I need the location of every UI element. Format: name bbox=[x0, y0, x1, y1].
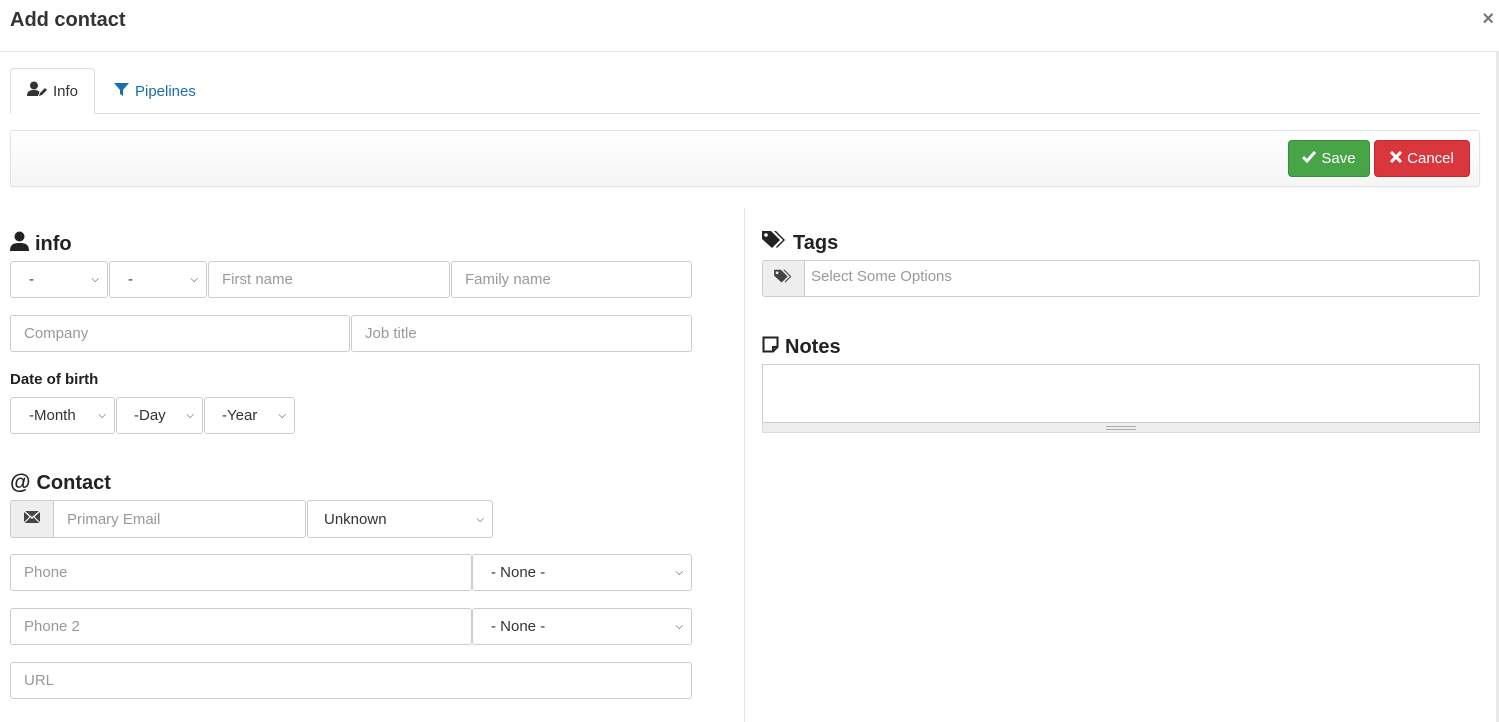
dob-day-select[interactable]: -Day ⌵ bbox=[116, 397, 203, 434]
save-button[interactable]: Save bbox=[1288, 140, 1370, 177]
column-divider bbox=[744, 208, 745, 722]
chevron-down-icon: ⌵ bbox=[190, 274, 198, 285]
notes-section-title: Notes bbox=[762, 336, 841, 359]
chevron-down-icon: ⌵ bbox=[186, 410, 194, 421]
tab-bar: Info Pipelines bbox=[10, 68, 1480, 114]
check-icon bbox=[1302, 150, 1317, 167]
at-icon: @ bbox=[10, 471, 31, 494]
tab-info-label: Info bbox=[53, 82, 79, 100]
cancel-button[interactable]: Cancel bbox=[1374, 140, 1470, 177]
user-icon bbox=[10, 231, 29, 257]
notes-textarea[interactable] bbox=[762, 364, 1480, 423]
salutation-value: - bbox=[29, 271, 34, 288]
phone2-type-value: - None - bbox=[491, 618, 546, 635]
title-value: - bbox=[128, 271, 133, 288]
tags-section-title: Tags bbox=[762, 230, 838, 256]
url-input[interactable]: URL bbox=[10, 662, 692, 699]
filter-icon bbox=[114, 82, 129, 101]
chevron-down-icon: ⌵ bbox=[278, 410, 286, 421]
chevron-down-icon: ⌵ bbox=[675, 621, 683, 632]
job-title-input[interactable]: Job title bbox=[351, 315, 692, 352]
action-toolbar: Save Cancel bbox=[10, 130, 1480, 187]
notes-resize-handle[interactable] bbox=[762, 423, 1480, 433]
phone2-type-select[interactable]: - None - ⌵ bbox=[472, 608, 692, 645]
company-input[interactable]: Company bbox=[10, 315, 350, 352]
chevron-down-icon: ⌵ bbox=[675, 567, 683, 578]
chevron-down-icon: ⌵ bbox=[476, 513, 484, 525]
dob-day-value: -Day bbox=[134, 407, 166, 424]
phone-input[interactable]: Phone bbox=[10, 554, 472, 591]
dob-year-value: -Year bbox=[222, 407, 258, 424]
contact-title-text: Contact bbox=[36, 471, 111, 494]
tab-info[interactable]: Info bbox=[10, 68, 95, 114]
close-icon[interactable]: × bbox=[1482, 8, 1494, 31]
sticky-note-icon bbox=[762, 336, 779, 359]
chevron-down-icon: ⌵ bbox=[91, 274, 99, 285]
tab-pipelines[interactable]: Pipelines bbox=[98, 68, 212, 114]
dob-month-select[interactable]: -Month ⌵ bbox=[10, 397, 115, 434]
grip-icon bbox=[1106, 425, 1136, 430]
email-addon bbox=[10, 500, 54, 538]
chevron-down-icon: ⌵ bbox=[98, 410, 106, 421]
salutation-select[interactable]: - ⌵ bbox=[10, 261, 108, 298]
title-select[interactable]: - ⌵ bbox=[109, 261, 207, 298]
save-label: Save bbox=[1321, 150, 1356, 167]
envelope-icon bbox=[23, 510, 41, 528]
dob-month-value: -Month bbox=[29, 407, 76, 424]
cancel-label: Cancel bbox=[1407, 150, 1454, 167]
contact-section-title: @ Contact bbox=[10, 471, 111, 495]
tags-icon bbox=[762, 230, 787, 256]
tab-pipelines-label: Pipelines bbox=[135, 82, 196, 100]
tags-input[interactable]: Select Some Options bbox=[804, 260, 1480, 297]
family-name-input[interactable]: Family name bbox=[451, 261, 692, 298]
phone2-input[interactable]: Phone 2 bbox=[10, 608, 472, 645]
dob-label: Date of birth bbox=[10, 371, 99, 388]
email-type-value: Unknown bbox=[324, 510, 387, 528]
user-edit-icon bbox=[27, 81, 47, 101]
notes-title-text: Notes bbox=[785, 336, 841, 358]
phone-type-select[interactable]: - None - ⌵ bbox=[472, 554, 692, 591]
tags-icon bbox=[774, 269, 793, 289]
first-name-input[interactable]: First name bbox=[208, 261, 450, 298]
info-title-text: info bbox=[35, 232, 72, 255]
phone-type-value: - None - bbox=[491, 564, 546, 581]
info-section-title: info bbox=[10, 231, 72, 257]
dob-year-select[interactable]: -Year ⌵ bbox=[204, 397, 295, 434]
modal-header: Add contact × bbox=[0, 0, 1499, 52]
primary-email-input[interactable]: Primary Email bbox=[53, 500, 306, 538]
tags-addon bbox=[762, 260, 805, 297]
email-type-select[interactable]: Unknown ⌵ bbox=[307, 500, 493, 538]
modal-title: Add contact bbox=[10, 9, 126, 31]
tags-title-text: Tags bbox=[793, 231, 839, 254]
x-icon bbox=[1390, 150, 1403, 167]
